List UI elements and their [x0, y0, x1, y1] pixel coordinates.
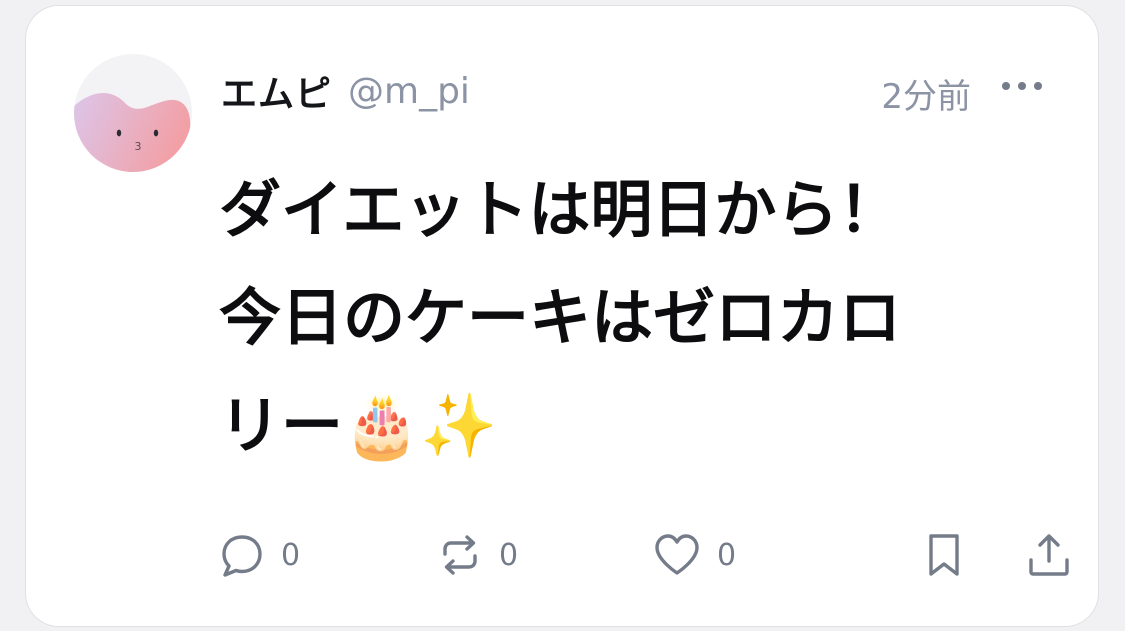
share-button[interactable] [1027, 530, 1071, 580]
avatar[interactable]: 3 [74, 54, 192, 172]
post-card[interactable]: 3 エムピ @m_pi 2分前 ダイエットは明日から！ 今日のケーキはゼロカロ … [25, 5, 1099, 627]
repost-arrows-icon [443, 535, 477, 575]
author-handle[interactable]: @m_pi [348, 71, 470, 112]
post-text: ダイエットは明日から！ 今日のケーキはゼロカロ リー🎂✨ [219, 173, 902, 462]
speech-bubble-icon [222, 535, 262, 577]
author-name[interactable]: エムピ [221, 65, 332, 117]
post-header: エムピ @m_pi [221, 66, 470, 116]
like-count: 0 [717, 537, 737, 573]
heart-icon [655, 534, 699, 575]
more-options-button[interactable] [1000, 78, 1044, 94]
svg-text:3: 3 [135, 140, 142, 153]
avatar-image: 3 [74, 54, 192, 172]
repost-count: 0 [499, 537, 519, 573]
action-bar: 0 0 0 [219, 530, 1069, 580]
bookmark-icon [929, 534, 959, 576]
reply-count: 0 [281, 537, 301, 573]
reply-button[interactable]: 0 [219, 530, 300, 580]
repost-button[interactable]: 0 [437, 530, 518, 580]
post-timestamp: 2分前 [881, 77, 971, 117]
more-horizontal-icon [1002, 82, 1042, 90]
bookmark-button[interactable] [925, 530, 963, 580]
like-button[interactable]: 0 [653, 530, 736, 580]
share-upload-icon [1029, 534, 1069, 576]
